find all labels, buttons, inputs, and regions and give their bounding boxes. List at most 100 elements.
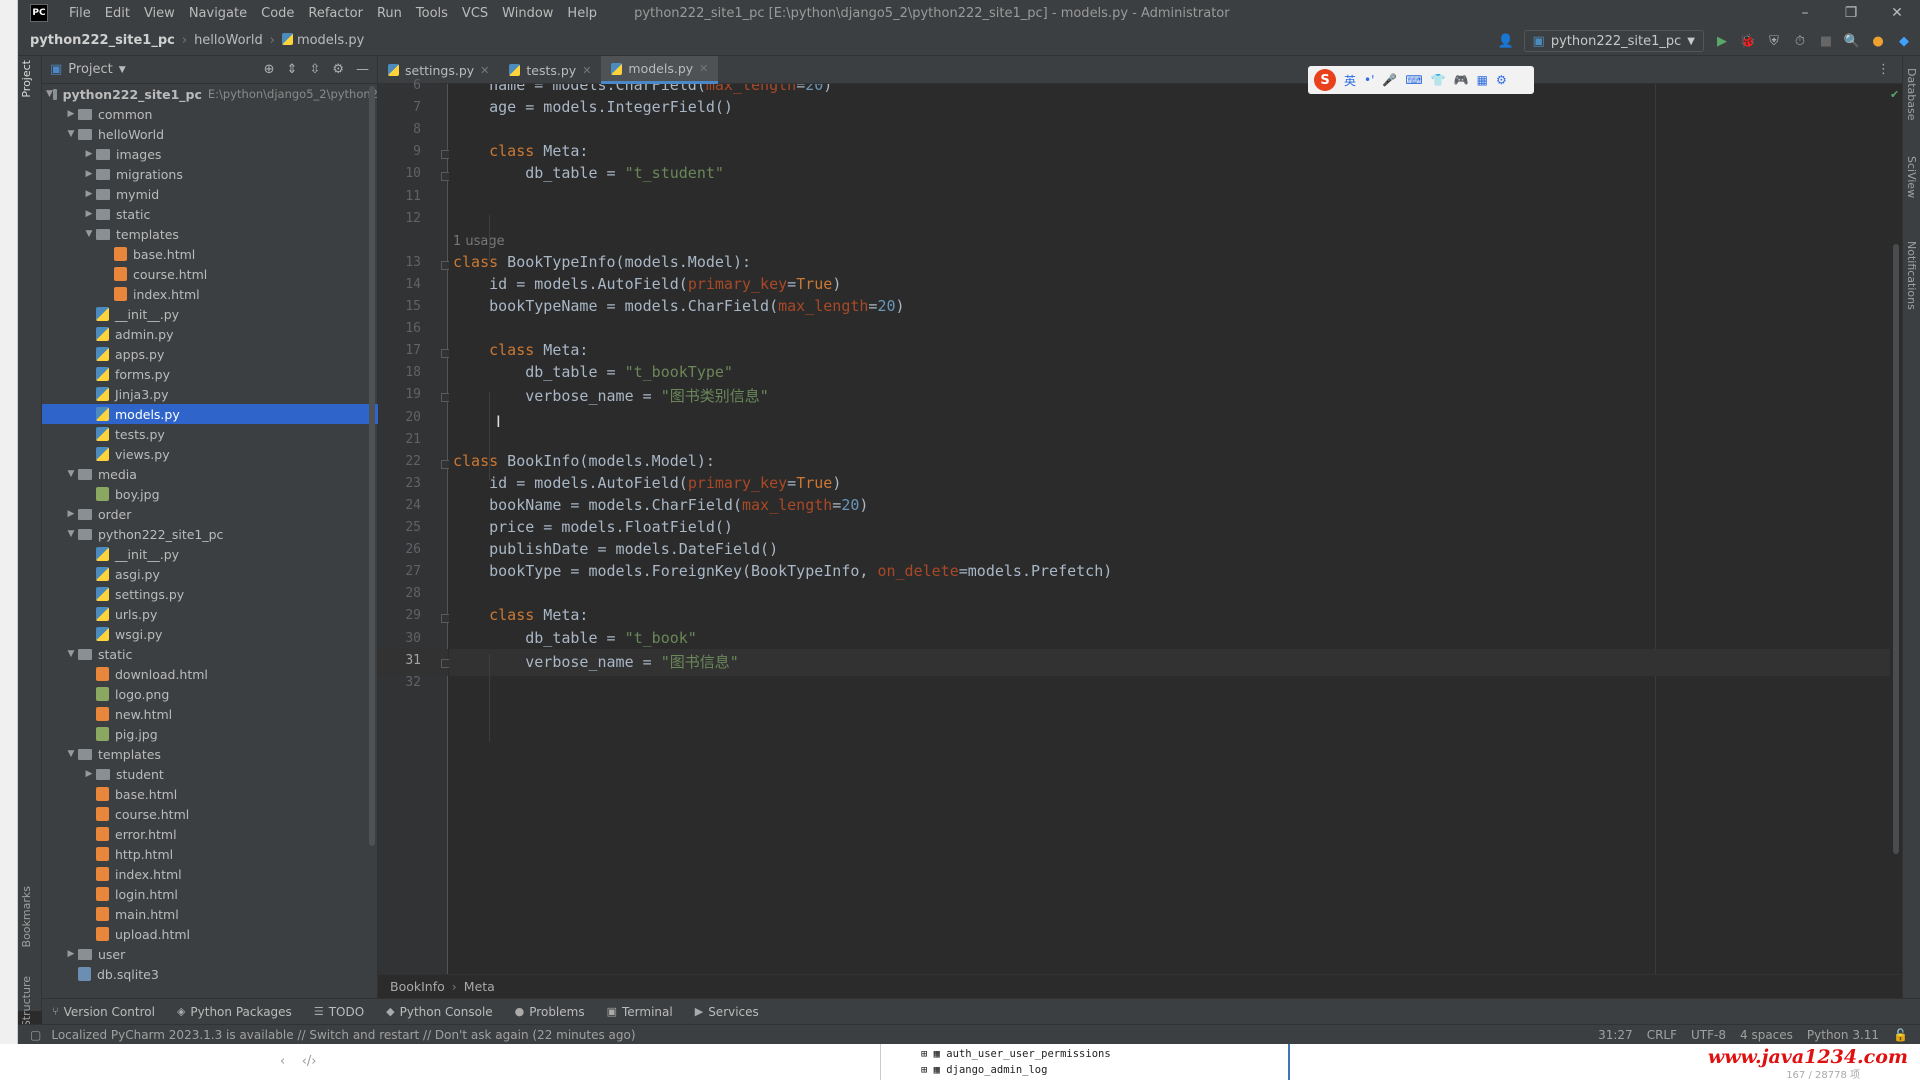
tree-item[interactable]: index.html (42, 864, 378, 884)
search-everywhere-icon[interactable]: 🔍 (1844, 33, 1860, 49)
chevron-right-icon[interactable]: ▶ (82, 149, 96, 159)
tree-item[interactable]: apps.py (42, 344, 378, 364)
lock-icon[interactable]: 🔓 (1893, 1028, 1908, 1042)
run-configuration-select[interactable]: ▣ python222_site1_pc ▼ (1523, 30, 1704, 52)
tree-item[interactable]: ▶ order (42, 504, 378, 524)
chevron-right-icon[interactable]: ▶ (82, 169, 96, 179)
tree-item[interactable]: ▼ templates (42, 224, 378, 244)
sciview-tool-button[interactable]: SciView (1905, 156, 1918, 198)
tree-item[interactable]: course.html (42, 264, 378, 284)
database-tool-button[interactable]: Database (1905, 68, 1918, 121)
close-icon[interactable]: ✕ (1874, 0, 1920, 26)
tree-item[interactable]: ▶ migrations (42, 164, 378, 184)
inspection-ok-icon[interactable]: ✔ (1890, 88, 1899, 101)
tree-item[interactable]: __init__.py (42, 304, 378, 324)
tree-item[interactable]: Jinja3.py (42, 384, 378, 404)
file-encoding[interactable]: UTF-8 (1691, 1028, 1726, 1042)
tree-item[interactable]: models.py (42, 404, 378, 424)
chevron-down-icon[interactable]: ▼ (64, 469, 78, 479)
debug-icon[interactable]: 🐞 (1740, 33, 1756, 49)
tree-item[interactable]: index.html (42, 284, 378, 304)
ime-english-toggle[interactable]: 英 (1344, 72, 1356, 89)
tree-item[interactable]: ▶ images (42, 144, 378, 164)
tree-item[interactable]: admin.py (42, 324, 378, 344)
editor-scroll-thumb[interactable] (1893, 244, 1899, 854)
structure-tool-button[interactable]: Structure (20, 976, 33, 1027)
chevron-right-icon[interactable]: ▶ (82, 769, 96, 779)
project-scrollbar[interactable] (369, 86, 375, 846)
tree-item[interactable]: boy.jpg (42, 484, 378, 504)
tree-item[interactable]: course.html (42, 804, 378, 824)
tree-item[interactable]: login.html (42, 884, 378, 904)
nav-arrows-icon[interactable]: ‹ ‹/› (280, 1054, 317, 1069)
close-tab-icon[interactable]: ✕ (699, 62, 708, 75)
breadcrumb-inner-class[interactable]: Meta (464, 979, 495, 994)
nav-crumb-file[interactable]: models.py (281, 33, 364, 48)
tool-terminal[interactable]: ▣ Terminal (607, 1005, 673, 1019)
ime-punctuation-icon[interactable]: •' (1364, 73, 1374, 87)
status-layout-icon[interactable]: ▢ (30, 1028, 41, 1042)
project-tool-button[interactable]: Project (20, 60, 33, 98)
tree-item[interactable]: views.py (42, 444, 378, 464)
chevron-down-icon[interactable]: ▼ (82, 229, 96, 239)
tool-python-console[interactable]: ◆ Python Console (386, 1005, 493, 1019)
menu-file[interactable]: File (62, 6, 98, 21)
tree-item[interactable]: db.sqlite3 (42, 964, 378, 984)
menu-tools[interactable]: Tools (409, 6, 455, 21)
chevron-right-icon[interactable]: ▶ (82, 209, 96, 219)
tree-item[interactable]: ▶ mymid (42, 184, 378, 204)
tab-tests[interactable]: tests.py ✕ (499, 56, 601, 84)
tree-item[interactable]: base.html (42, 784, 378, 804)
tree-item[interactable]: forms.py (42, 364, 378, 384)
tree-item[interactable]: new.html (42, 704, 378, 724)
collapse-all-icon[interactable]: ⇳ (309, 62, 320, 77)
editor-scrollbar[interactable]: ✔ (1890, 84, 1902, 974)
db-table-row[interactable]: ⊞ ▦ django_admin_log (921, 1064, 1047, 1076)
user-icon[interactable]: 👤 (1497, 33, 1513, 49)
menu-window[interactable]: Window (495, 6, 560, 21)
nav-crumb-folder[interactable]: helloWorld (194, 33, 263, 48)
menu-edit[interactable]: Edit (98, 6, 137, 21)
tree-item[interactable]: ▼ static (42, 644, 378, 664)
ime-skin-icon[interactable]: 👕 (1431, 73, 1446, 87)
tree-item[interactable]: logo.png (42, 684, 378, 704)
tree-item[interactable]: urls.py (42, 604, 378, 624)
sogou-logo-icon[interactable]: S (1314, 69, 1336, 91)
tool-services[interactable]: ▶ Services (695, 1005, 759, 1019)
caret-position[interactable]: 31:27 (1598, 1028, 1633, 1042)
tree-item[interactable]: asgi.py (42, 564, 378, 584)
chevron-right-icon[interactable]: ▶ (64, 509, 78, 519)
menu-help[interactable]: Help (560, 6, 604, 21)
chevron-right-icon[interactable]: ▶ (64, 109, 78, 119)
more-tabs-icon[interactable]: ⋮ (1877, 62, 1890, 77)
chevron-right-icon[interactable]: ▶ (82, 189, 96, 199)
chevron-down-icon[interactable]: ▼ (64, 129, 78, 139)
menu-navigate[interactable]: Navigate (182, 6, 254, 21)
tree-item[interactable]: http.html (42, 844, 378, 864)
ime-microphone-icon[interactable]: 🎤 (1382, 73, 1397, 87)
code-editor[interactable]: name = models.CharField(max_length=20) a… (449, 84, 1902, 974)
ime-settings-icon[interactable]: ⚙ (1496, 73, 1507, 87)
tree-item[interactable]: ▼ helloWorld (42, 124, 378, 144)
ime-game-icon[interactable]: 🎮 (1454, 73, 1469, 87)
tree-item[interactable]: __init__.py (42, 544, 378, 564)
tree-item[interactable]: ▼ python222_site1_pc E:\python\django5_2\p… (42, 84, 378, 104)
tree-item[interactable]: main.html (42, 904, 378, 924)
breadcrumb-class[interactable]: BookInfo (390, 979, 445, 994)
close-tab-icon[interactable]: ✕ (582, 64, 591, 77)
chevron-down-icon[interactable]: ▼ (119, 65, 126, 75)
expand-all-icon[interactable]: ⇕ (287, 62, 298, 77)
chevron-down-icon[interactable]: ▼ (64, 749, 78, 759)
tree-item[interactable]: ▶ user (42, 944, 378, 964)
close-tab-icon[interactable]: ✕ (480, 64, 489, 77)
chevron-down-icon[interactable]: ▼ (64, 529, 78, 539)
tree-item[interactable]: upload.html (42, 924, 378, 944)
nav-crumb-project[interactable]: python222_site1_pc (30, 33, 175, 48)
ime-keyboard-icon[interactable]: ⌨ (1405, 73, 1422, 87)
tree-item[interactable]: ▼ templates (42, 744, 378, 764)
tree-item[interactable]: base.html (42, 244, 378, 264)
tree-item[interactable]: pig.jpg (42, 724, 378, 744)
project-view-select[interactable]: Project (68, 62, 112, 77)
menu-vcs[interactable]: VCS (455, 6, 495, 21)
maximize-icon[interactable]: ❐ (1828, 0, 1874, 26)
